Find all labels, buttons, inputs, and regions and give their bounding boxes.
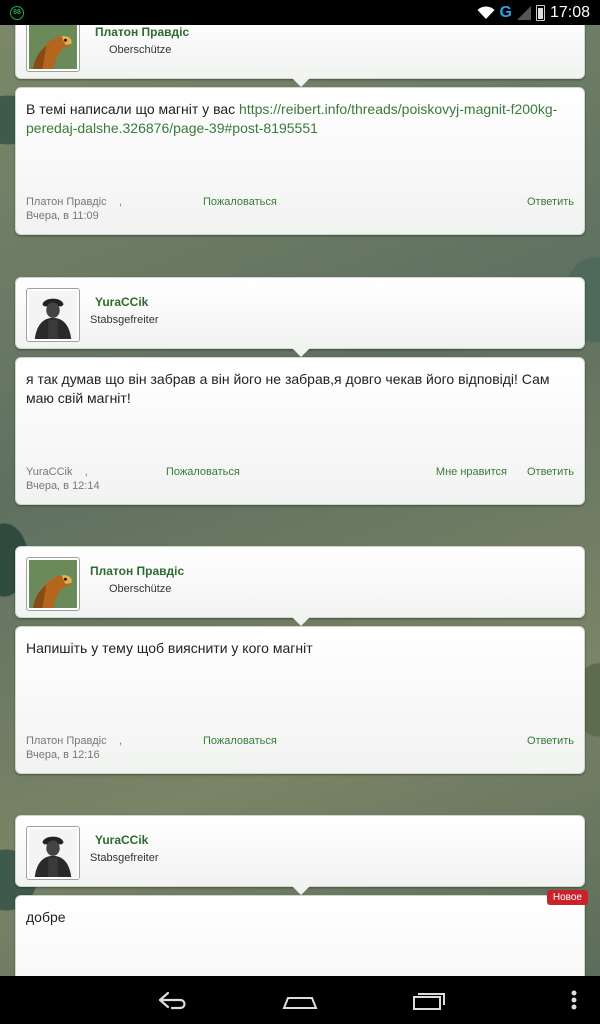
post-footer: YuraCCik , Вчера, в 12:14 Пожаловаться М… [26,466,574,494]
post-message: Напишіть у тему щоб вияснити у кого магн… [26,640,313,656]
signal-icon [516,5,531,20]
footer-author[interactable]: Платон Правдіс , [26,196,122,208]
like-link[interactable]: Мне нравится [436,466,507,478]
avatar[interactable] [26,557,80,611]
recent-apps-button[interactable] [410,988,446,1012]
post-date[interactable]: Вчера, в 12:14 [26,480,100,492]
post-card: Напишіть у тему щоб вияснити у кого магн… [15,626,585,774]
status-bar: 88 G 17:08 [0,0,600,25]
clock: 17:08 [549,3,590,21]
footer-separator: , [118,196,122,208]
navigation-bar [0,976,600,1024]
thread-content[interactable]: Платон Правдіс Oberschütze В темі написа… [0,25,600,976]
user-rank: Oberschütze [109,583,172,595]
eagle-avatar-icon [29,25,77,69]
avatar[interactable] [26,288,80,342]
recent-apps-icon [413,993,445,1010]
avatar[interactable] [26,826,80,880]
report-link[interactable]: Пожаловаться [166,466,240,478]
post-footer: Платон Правдіс , Вчера, в 12:16 Пожалова… [26,735,574,763]
post-card: В темі написали що магніт у вас https://… [15,87,585,235]
post-author-card: YuraCCik Stabsgefreiter [15,277,585,357]
footer-separator: , [118,735,122,747]
username[interactable]: Платон Правдіс [90,564,184,578]
post-author-card: YuraCCik Stabsgefreiter [15,815,585,895]
post-author-card: Платон Правдіс Oberschütze [15,25,585,87]
new-post-badge: Новое [546,890,588,905]
post-message: добре [26,909,66,925]
post-card: я так думав що він забрав а він його не … [15,357,585,505]
soldier-avatar-icon [29,829,77,877]
eagle-avatar-icon [29,560,77,608]
footer-author[interactable]: Платон Правдіс , [26,735,122,747]
username[interactable]: YuraCCik [95,295,148,309]
user-rank: Stabsgefreiter [90,314,159,326]
home-button[interactable] [282,988,318,1012]
report-link[interactable]: Пожаловаться [203,735,277,747]
footer-author-name[interactable]: Платон Правдіс [26,196,107,208]
post-date[interactable]: Вчера, в 11:09 [26,210,99,222]
footer-separator: , [84,466,88,478]
notification-badge-icon: 88 [10,5,24,20]
avatar[interactable] [26,25,80,72]
reply-link[interactable]: Ответить [527,735,574,747]
footer-author-name[interactable]: Платон Правдіс [26,735,107,747]
footer-author[interactable]: YuraCCik , [26,466,88,478]
user-rank: Oberschütze [109,44,172,56]
status-right: G 17:08 [477,3,590,22]
back-button[interactable] [154,988,190,1012]
network-type: G [499,3,512,21]
reply-link[interactable]: Ответить [527,466,574,478]
status-left: 88 [10,5,24,20]
wifi-icon [477,5,494,19]
battery-icon [535,4,545,21]
soldier-avatar-icon [29,291,77,339]
reply-link[interactable]: Ответить [527,196,574,208]
user-rank: Stabsgefreiter [90,852,159,864]
username-text[interactable]: YuraCCik [95,295,148,309]
back-icon [158,991,186,1010]
post-card: Новое добре [15,890,588,976]
username[interactable]: YuraCCik [95,833,148,847]
post-text: В темі написали що магніт у вас https://… [26,100,574,138]
overflow-menu-button[interactable] [556,988,592,1012]
post-footer: Платон Правдіс , Вчера, в 11:09 Пожалова… [26,196,574,224]
footer-author-name[interactable]: YuraCCik [26,466,72,478]
post-date[interactable]: Вчера, в 12:16 [26,749,100,761]
username[interactable]: Платон Правдіс [95,25,189,39]
post-message: В темі написали що магніт у вас [26,101,240,117]
overflow-menu-icon [571,990,577,1010]
post-author-card: Платон Правдіс Oberschütze [15,546,585,626]
post-message: я так думав що він забрав а він його не … [26,371,550,406]
report-link[interactable]: Пожаловаться [203,196,277,208]
home-icon [282,997,318,1009]
